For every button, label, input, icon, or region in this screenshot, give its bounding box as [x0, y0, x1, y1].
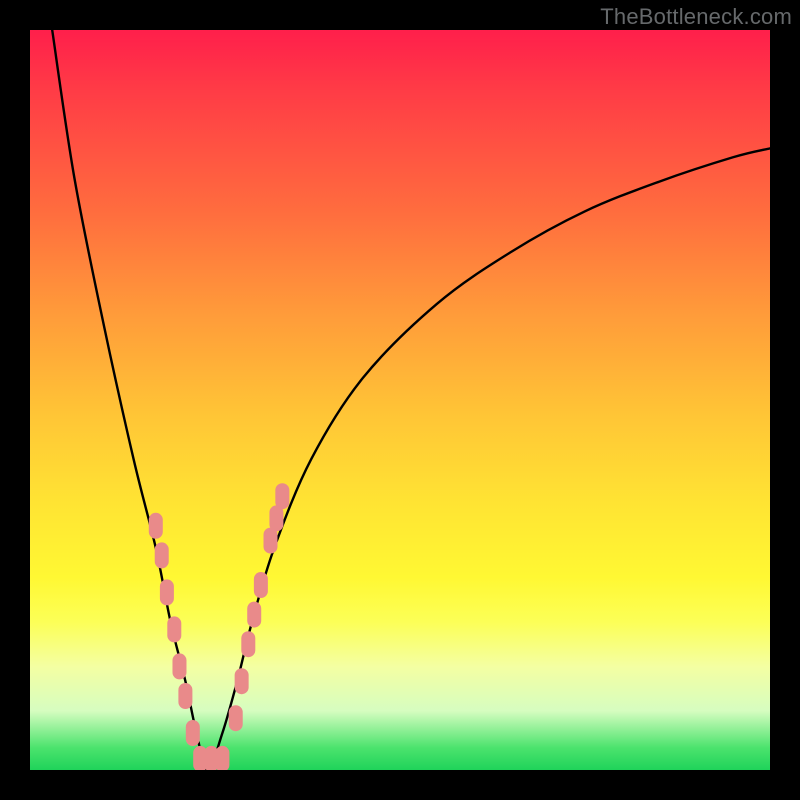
watermark-text: TheBottleneck.com [600, 4, 792, 30]
marker-dot [160, 579, 174, 605]
plot-area [30, 30, 770, 770]
marker-dot [172, 653, 186, 679]
marker-dot [275, 483, 289, 509]
marker-dot [269, 505, 283, 531]
marker-dot [254, 572, 268, 598]
marker-dot [235, 668, 249, 694]
marker-dot [149, 513, 163, 539]
marker-dot [264, 528, 278, 554]
curve-layer [30, 30, 770, 770]
marker-dot [247, 602, 261, 628]
marker-dot [229, 705, 243, 731]
marker-dot [241, 631, 255, 657]
marker-dot [215, 746, 229, 770]
marker-dot [178, 683, 192, 709]
marker-dot [167, 616, 181, 642]
bottleneck-curve [52, 30, 770, 770]
marker-dot [155, 542, 169, 568]
marker-layer [149, 483, 290, 770]
chart-frame: TheBottleneck.com [0, 0, 800, 800]
marker-dot [186, 720, 200, 746]
